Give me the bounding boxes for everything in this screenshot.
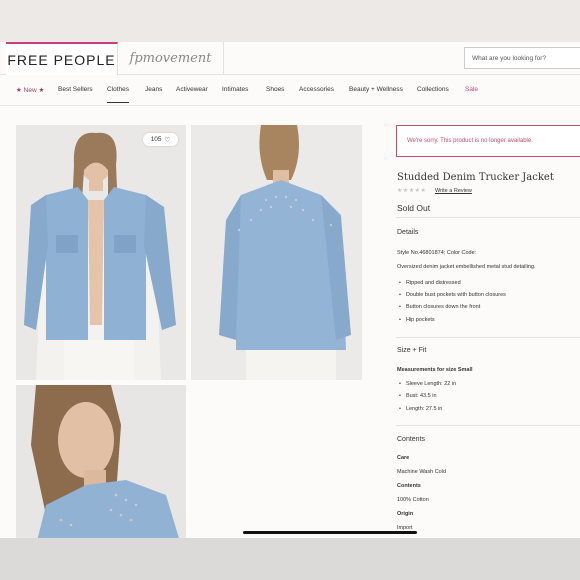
favorite-count: 105 bbox=[150, 136, 162, 143]
measurement-bullet: Bust: 43.5 in bbox=[399, 393, 437, 399]
details-heading[interactable]: Details bbox=[397, 229, 418, 236]
bottom-frame bbox=[0, 538, 580, 580]
care-value: Machine Wash Cold bbox=[397, 469, 447, 475]
nav-item-intimates[interactable]: Intimates bbox=[222, 86, 248, 93]
write-review-link[interactable]: Write a Review bbox=[435, 188, 472, 194]
product-image-back[interactable] bbox=[191, 125, 362, 380]
detail-bullet: Button closures down the front bbox=[399, 304, 480, 310]
nav-item-best-sellers[interactable]: Best Sellers bbox=[58, 86, 93, 93]
divider bbox=[396, 217, 580, 218]
contents-value: 100% Cotton bbox=[397, 497, 429, 503]
product-image-closeup[interactable] bbox=[16, 385, 186, 538]
top-frame bbox=[0, 0, 580, 42]
free-people-logo[interactable]: FREE PEOPLE bbox=[6, 42, 118, 75]
nav-item-collections[interactable]: Collections bbox=[417, 86, 449, 93]
measurement-bullet: Length: 27.5 in bbox=[399, 406, 442, 412]
product-title: Studded Denim Trucker Jacket bbox=[397, 172, 554, 183]
nav-item-jeans[interactable]: Jeans bbox=[145, 86, 162, 93]
site-header: FREE PEOPLE fpmovement What are you look… bbox=[0, 42, 580, 75]
detail-bullet: Ripped and distressed bbox=[399, 280, 461, 286]
measurements-label: Measurements for size Small bbox=[397, 367, 473, 373]
detail-bullet: Double bust pockets with button closures bbox=[399, 292, 506, 298]
nav-item-clothes[interactable]: Clothes bbox=[107, 86, 130, 103]
rating-stars: ★★★★★ bbox=[397, 188, 427, 194]
main-nav: ★ New ★ Best Sellers Clothes Jeans Activ… bbox=[0, 76, 580, 106]
fp-movement-logo[interactable]: fpmovement bbox=[118, 42, 224, 75]
product-description: Oversized denim jacket embellished metal… bbox=[397, 264, 536, 270]
size-fit-heading[interactable]: Size + Fit bbox=[397, 347, 426, 354]
divider bbox=[396, 425, 580, 426]
style-number: Style No.46801874; Color Code: bbox=[397, 250, 477, 256]
contents-heading[interactable]: Contents bbox=[397, 436, 425, 443]
heart-icon: ♡ bbox=[164, 136, 171, 144]
nav-item-activewear[interactable]: Activewear bbox=[176, 86, 208, 93]
care-label: Care bbox=[397, 455, 410, 461]
nav-item-accessories[interactable]: Accessories bbox=[299, 86, 334, 93]
search-input[interactable]: What are you looking for? bbox=[464, 47, 580, 69]
unavailable-alert: We're sorry. This product is no longer a… bbox=[396, 125, 580, 157]
home-indicator[interactable] bbox=[243, 531, 417, 534]
product-image-front[interactable]: 105 ♡ bbox=[16, 125, 186, 380]
favorite-button[interactable]: 105 ♡ bbox=[143, 133, 178, 146]
divider bbox=[396, 337, 580, 338]
measurement-bullet: Sleeve Length: 22 in bbox=[399, 381, 456, 387]
detail-bullet: Hip pockets bbox=[399, 317, 435, 323]
nav-item-sale[interactable]: Sale bbox=[465, 86, 478, 93]
origin-label: Origin bbox=[397, 511, 414, 517]
contents-label: Contents bbox=[397, 483, 421, 489]
nav-item-new[interactable]: ★ New ★ bbox=[16, 86, 44, 94]
product-page: FREE PEOPLE fpmovement What are you look… bbox=[0, 42, 580, 538]
sold-out-status: Sold Out bbox=[397, 203, 431, 213]
nav-item-beauty-wellness[interactable]: Beauty + Wellness bbox=[349, 86, 403, 93]
nav-item-shoes[interactable]: Shoes bbox=[266, 86, 284, 93]
